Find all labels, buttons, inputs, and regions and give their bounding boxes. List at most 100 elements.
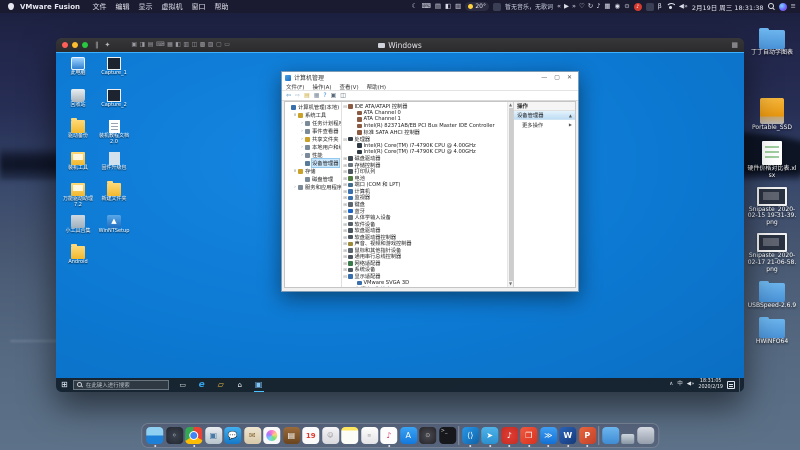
dock-item[interactable]: ➤ xyxy=(481,427,498,444)
menubar-status-icon[interactable]: ◉ xyxy=(615,3,621,10)
cm-titlebar[interactable]: 计算机管理 — ▢ ✕ xyxy=(282,72,578,83)
cm-toolbar-icon[interactable]: ? xyxy=(323,93,326,99)
show-desktop-button[interactable] xyxy=(739,378,741,392)
menubar-clock[interactable]: 2月19日 周三 18:31:38 xyxy=(692,2,764,12)
vmware-titlebar[interactable]: ∥ ✦ ▣ ◨ ▤ ⌨ ▦ ◧ ▥ ◫ ▩ ▨ ▢ ▭ Windows ▦ xyxy=(56,38,744,52)
menubar-status-icon[interactable]: ↻ xyxy=(588,3,593,10)
scroll-down-arrow[interactable]: ▼ xyxy=(509,282,512,286)
console-tree-item[interactable]: 设备管理器 xyxy=(285,159,341,167)
menubar-menu-item[interactable]: 编辑 xyxy=(116,2,130,12)
notification-center-icon[interactable]: ≡ xyxy=(791,3,796,10)
menubar-status-icon[interactable]: « xyxy=(557,3,561,10)
cm-menu-item[interactable]: 查看(V) xyxy=(340,83,359,91)
dock-item[interactable]: >_ xyxy=(439,427,456,444)
vm-device-icon[interactable]: ▣ xyxy=(131,42,137,48)
vm-device-icon[interactable]: ▭ xyxy=(224,42,230,48)
taskbar-app-icon[interactable]: ▣ xyxy=(253,379,265,391)
console-tree-item[interactable]: ∨ 存储 xyxy=(285,167,341,175)
dock-item[interactable]: A xyxy=(400,427,417,444)
tray-icon[interactable]: ◀» xyxy=(687,382,695,388)
spotlight-search-icon[interactable] xyxy=(768,3,775,10)
vm-device-icon[interactable]: ◫ xyxy=(192,42,198,48)
windows-desktop-icon[interactable]: 万能驱动助理 7.2 xyxy=(60,183,96,215)
cm-toolbar-icon[interactable]: ◫ xyxy=(340,93,346,99)
collapse-icon[interactable]: ▲ xyxy=(569,113,572,118)
vm-device-icon[interactable]: ▦ xyxy=(167,42,173,48)
cm-menu-item[interactable]: 帮助(H) xyxy=(367,83,386,91)
scrollbar-thumb[interactable] xyxy=(509,108,513,281)
bluetooth-icon[interactable]: β xyxy=(658,3,662,10)
menubar-status-icon[interactable]: ⌨ xyxy=(421,3,430,10)
dock-item[interactable] xyxy=(598,426,599,445)
menubar-app-name[interactable]: VMware Fusion xyxy=(20,3,80,11)
close-window-button[interactable] xyxy=(62,42,68,48)
windows-desktop-icon[interactable]: 回收站 xyxy=(60,89,96,121)
cm-toolbar-icon[interactable]: ▦ xyxy=(314,93,320,99)
console-tree-item[interactable]: › 服务和应用程序 xyxy=(285,183,341,191)
netease-music-icon[interactable]: ♪ xyxy=(634,3,642,11)
music-lyric-status[interactable]: 暂无音乐，无歌词 xyxy=(505,2,553,11)
vm-fullscreen-button[interactable]: ▦ xyxy=(731,41,738,49)
menubar-menu-item[interactable]: 文件 xyxy=(93,2,107,12)
console-tree-item[interactable]: › 共享文件夹 xyxy=(285,135,341,143)
dock-item[interactable]: W xyxy=(559,427,576,444)
action-center-icon[interactable] xyxy=(727,381,735,389)
taskbar-clock[interactable]: 18:31:052020/2/19 xyxy=(698,379,723,391)
dock-item[interactable]: ▣ xyxy=(205,427,222,444)
windows-desktop-icon[interactable]: 固件升级包 xyxy=(96,152,132,184)
menubar-status-icon[interactable]: ▦ xyxy=(604,3,610,10)
menubar-menu-item[interactable]: 窗口 xyxy=(192,2,206,12)
windows-desktop-icon[interactable]: 装机工具 xyxy=(60,152,96,184)
console-tree-item[interactable]: › 性能 xyxy=(285,151,341,159)
windows-desktop-icon[interactable]: Android xyxy=(60,246,96,278)
actions-device-manager-item[interactable]: 设备管理器▲ xyxy=(514,111,575,120)
scroll-up-arrow[interactable]: ▲ xyxy=(509,103,512,107)
wifi-icon[interactable] xyxy=(666,3,675,10)
vm-device-icon[interactable]: ▥ xyxy=(183,42,189,48)
dock-item[interactable]: ◦ xyxy=(166,427,183,444)
vm-device-icon[interactable]: ◧ xyxy=(175,42,181,48)
mac-desktop-icon[interactable]: Snipaste_2020-02-15 19-31-39.png xyxy=(747,187,797,228)
vm-device-icon[interactable]: ▤ xyxy=(148,42,154,48)
cm-toolbar-icon[interactable]: ⇦ xyxy=(286,93,291,99)
taskbar-app-icon[interactable]: e xyxy=(196,379,208,391)
dock-item[interactable]: ≡ xyxy=(361,427,378,444)
volume-icon[interactable]: ◀» xyxy=(679,3,688,10)
dock-item[interactable]: 💬 xyxy=(224,427,241,444)
dock-item[interactable] xyxy=(458,426,459,445)
menubar-menu-item[interactable]: 帮助 xyxy=(215,2,229,12)
dock-item[interactable]: 19 xyxy=(302,427,319,444)
dock-item[interactable]: ☺ xyxy=(322,427,339,444)
menubar-status-icon[interactable]: ♡ xyxy=(579,3,585,10)
apple-menu-icon[interactable] xyxy=(8,3,14,10)
console-tree-item[interactable]: 计算机管理(本地) xyxy=(285,103,341,111)
mac-desktop-icon[interactable]: 硬件价格对比表.xlsx xyxy=(747,141,797,180)
menubar-status-icon[interactable]: ☾ xyxy=(412,3,418,10)
zoom-window-button[interactable] xyxy=(82,42,88,48)
taskbar-app-icon[interactable]: ▭ xyxy=(177,379,189,391)
menubar-status-icon[interactable]: ▶ xyxy=(564,3,569,10)
app-status-icon[interactable] xyxy=(493,3,501,11)
windows-desktop-icon[interactable]: 驱动备份 xyxy=(60,120,96,152)
siri-icon[interactable] xyxy=(779,3,787,11)
windows-desktop-icon[interactable]: ▲ WinNTSetup xyxy=(96,215,132,247)
console-tree-item[interactable]: ∨ 系统工具 xyxy=(285,111,341,119)
vm-settings-button[interactable]: ✦ xyxy=(105,42,111,49)
dock-item[interactable] xyxy=(621,434,634,444)
menubar-menu-item[interactable]: 虚拟机 xyxy=(162,2,183,12)
vm-device-icon[interactable]: ▩ xyxy=(200,42,206,48)
menubar-status-icon[interactable]: ⊙ xyxy=(624,3,629,10)
dock-item[interactable]: ▤ xyxy=(283,427,300,444)
taskbar-app-icon[interactable]: ⌂ xyxy=(234,379,246,391)
dock-item[interactable]: ♪ xyxy=(501,427,518,444)
menubar-status-icon[interactable]: ◧ xyxy=(445,3,451,10)
mac-desktop-icon[interactable]: HWiNFO64 xyxy=(747,316,797,346)
cm-menu-item[interactable]: 操作(A) xyxy=(312,83,331,91)
console-tree-item[interactable]: 磁盘管理 xyxy=(285,175,341,183)
dock-item[interactable]: ❐ xyxy=(520,427,537,444)
device-tree-item[interactable]: ⊞ 音频输入和输出 xyxy=(342,286,507,287)
vm-device-icon[interactable]: ◨ xyxy=(140,42,146,48)
expand-icon[interactable]: ▶ xyxy=(569,122,572,127)
dock-item[interactable] xyxy=(146,427,163,444)
taskbar-app-icon[interactable]: ▱ xyxy=(215,379,227,391)
